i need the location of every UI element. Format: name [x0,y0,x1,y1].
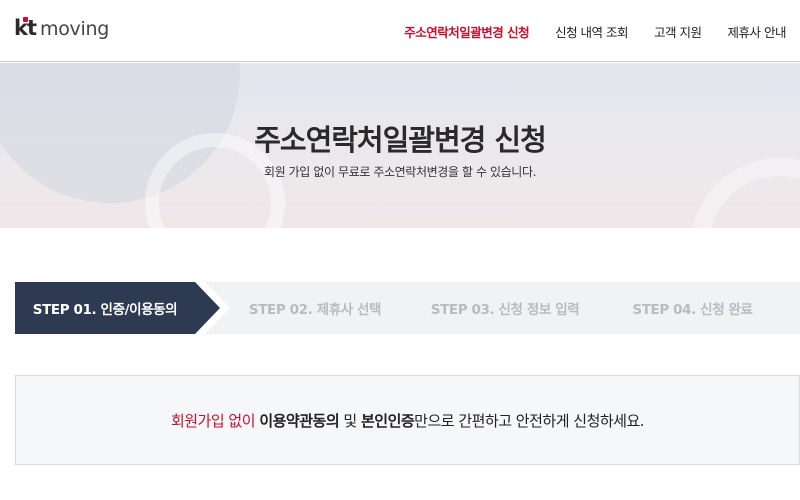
step-3-label: STEP 03. 신청 정보 입력 [430,302,580,318]
info-highlight-terms: 이용약관동의 [259,411,340,430]
logo-kt-text: kt [14,16,37,40]
logo-moving-text: moving [40,18,109,40]
info-notice-text: 회원가입 없이 이용약관동의 및 본인인증만으로 간편하고 안전하게 신청하세요… [170,411,645,430]
logo-red-dot [23,17,28,22]
info-notice-box: 회원가입 없이 이용약관동의 및 본인인증만으로 간편하고 안전하게 신청하세요… [15,375,800,465]
nav-item-address-change[interactable]: 주소연락처일괄변경 신청 [404,22,529,41]
step-progress: STEP 04. 신청 완료 STEP 03. 신청 정보 입력 STEP 02… [15,282,800,334]
nav-item-partners[interactable]: 제휴사 안내 [728,22,787,41]
hero-banner: 주소연락처일괄변경 신청 회원 가입 없이 무료로 주소연락처변경을 할 수 있… [0,63,800,228]
info-highlight-verification: 본인인증 [360,411,415,430]
step-3: STEP 03. 신청 정보 입력 [400,282,610,334]
step-4: STEP 04. 신청 완료 [585,282,800,334]
step-1-label: STEP 01. 인증/이용동의 [32,302,178,318]
nav-item-history[interactable]: 신청 내역 조회 [555,22,628,41]
header: kt moving 주소연락처일괄변경 신청 신청 내역 조회 고객 지원 제휴… [0,0,800,62]
kt-moving-logo[interactable]: kt moving [14,16,109,46]
nav-item-support[interactable]: 고객 지원 [654,22,702,41]
main-nav: 주소연락처일괄변경 신청 신청 내역 조회 고객 지원 제휴사 안내 [404,22,786,41]
step-1-active: STEP 01. 인증/이용동의 [15,282,220,334]
step-2-label: STEP 02. 제휴사 선택 [248,302,382,318]
page-title: 주소연락처일괄변경 신청 [254,123,547,157]
info-highlight-no-signup: 회원가입 없이 [170,411,256,430]
page-subtitle: 회원 가입 없이 무료로 주소연락처변경을 할 수 있습니다. [263,165,537,179]
step-4-label: STEP 04. 신청 완료 [632,302,753,318]
step-2: STEP 02. 제휴사 선택 [205,282,425,334]
